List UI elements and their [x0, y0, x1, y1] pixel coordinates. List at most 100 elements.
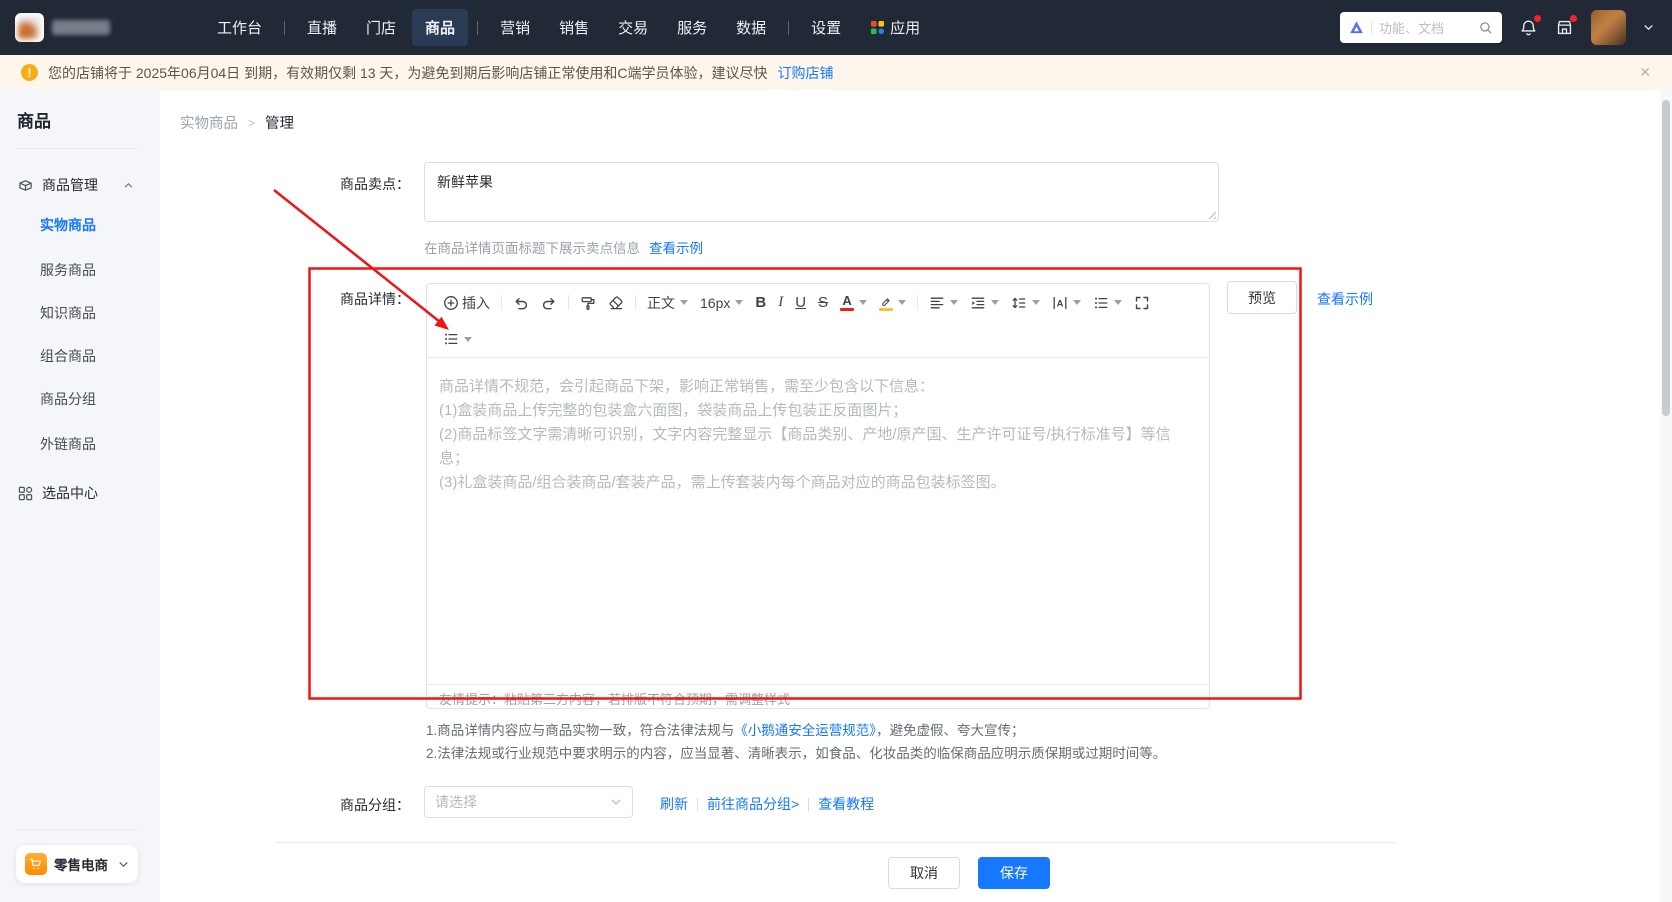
sidebar-divider	[17, 148, 137, 149]
font-size-select[interactable]: 16px	[694, 290, 749, 316]
bold-button[interactable]: B	[749, 290, 772, 316]
font-color-button[interactable]: A	[834, 290, 873, 316]
nav-item-marketing[interactable]: 营销	[487, 9, 543, 46]
letter-spacing-select[interactable]: A	[1046, 290, 1087, 316]
nav-item-live[interactable]: 直播	[294, 9, 350, 46]
shop-badge	[1570, 15, 1577, 22]
chevron-down-icon	[859, 300, 867, 305]
editor-footer-hint: 友情提示：粘贴第三方内容，若排版不符合预期，需调整样式	[427, 684, 1209, 708]
tutorial-link[interactable]: 查看教程	[818, 794, 874, 814]
expiry-warning-banner: ! 您的店铺将于 2025年06月04日 到期，有效期仅剩 13 天，为避免到期…	[0, 55, 1672, 90]
paragraph-style-select[interactable]: 正文	[641, 290, 694, 316]
sidebar-item-knowledge-goods[interactable]: 知识商品	[40, 303, 96, 323]
list-style-select[interactable]	[1087, 290, 1128, 316]
nav-item-data[interactable]: 数据	[723, 9, 779, 46]
sidebar-item-selection-center[interactable]: 选品中心	[0, 480, 160, 506]
chevron-up-icon[interactable]	[123, 180, 134, 191]
chevron-down-icon	[735, 300, 743, 305]
grouping-select[interactable]: 请选择	[424, 786, 633, 818]
nav-separator	[477, 21, 478, 35]
editor-placeholder-line: (1)盒装商品上传完整的包装盒六面图，袋装商品上传包装正反面图片；	[439, 399, 1197, 423]
nav-item-service[interactable]: 服务	[664, 9, 720, 46]
resize-handle[interactable]	[1206, 209, 1216, 219]
highlight-color-button[interactable]	[873, 290, 912, 316]
nav-item-product[interactable]: 商品	[412, 9, 468, 46]
chevron-down-icon	[1114, 300, 1122, 305]
underline-icon: U	[795, 295, 806, 310]
plus-circle-icon	[443, 295, 459, 311]
store-chevron-down-icon	[118, 859, 129, 870]
fullscreen-icon	[1134, 295, 1150, 311]
sidebar-item-external-goods[interactable]: 外链商品	[40, 434, 96, 454]
nav-item-settings[interactable]: 设置	[798, 9, 854, 46]
selling-point-value: 新鲜苹果	[437, 174, 493, 190]
editor-placeholder-line: (2)商品标签文字需清晰可识别，文字内容完整显示【商品类别、产地/原产国、生产许…	[439, 423, 1197, 471]
paragraph-style-value: 正文	[647, 293, 675, 313]
nav-item-workbench[interactable]: 工作台	[204, 9, 275, 46]
banner-close-icon[interactable]: ✕	[1639, 64, 1651, 81]
nav-item-sales[interactable]: 销售	[546, 9, 602, 46]
scrollbar-track[interactable]	[1660, 90, 1672, 902]
avatar[interactable]	[1591, 10, 1626, 45]
sidebar-item-product-grouping[interactable]: 商品分组	[40, 389, 96, 409]
redo-button[interactable]	[535, 290, 563, 316]
italic-button[interactable]: I	[772, 290, 789, 316]
undo-button[interactable]	[507, 290, 535, 316]
safety-policy-link[interactable]: 《小鹅通安全运营规范》	[734, 723, 876, 738]
insert-button[interactable]: 插入	[437, 290, 496, 316]
sidebar-item-service-goods[interactable]: 服务商品	[40, 260, 96, 280]
bullet-list-select[interactable]	[437, 326, 478, 352]
cancel-button[interactable]: 取消	[888, 857, 960, 889]
fullscreen-button[interactable]	[1128, 290, 1156, 316]
nav-item-store[interactable]: 门店	[353, 9, 409, 46]
notification-badge	[1534, 15, 1541, 22]
select-chevron-down-icon	[610, 796, 622, 808]
bold-icon: B	[755, 295, 766, 310]
sidebar-item-physical-goods[interactable]: 实物商品	[40, 215, 96, 235]
breadcrumb-current: 管理	[265, 112, 294, 133]
preview-button[interactable]: 预览	[1227, 281, 1297, 314]
chevron-down-icon	[1073, 300, 1081, 305]
selling-point-example-link[interactable]: 查看示例	[649, 237, 703, 257]
chevron-down-icon	[1032, 300, 1040, 305]
sidebar-group-product-management[interactable]: 商品管理	[0, 171, 160, 199]
indent-select[interactable]	[964, 290, 1005, 316]
nav-item-trade[interactable]: 交易	[605, 9, 661, 46]
account-chevron-down-icon[interactable]	[1643, 22, 1654, 33]
global-search-input[interactable]: 功能、文档	[1340, 12, 1502, 43]
assistant-logo-icon	[1349, 20, 1364, 35]
line-height-select[interactable]	[1005, 290, 1046, 316]
selling-point-label: 商品卖点：	[260, 174, 410, 194]
save-button[interactable]: 保存	[978, 857, 1050, 889]
note1-pre: 1.商品详情内容应与商品实物一致，符合法律法规与	[426, 723, 734, 738]
order-store-link[interactable]: 订购店铺	[778, 63, 834, 83]
topbar: 工作台 直播 门店 商品 营销 销售 交易 服务 数据 设置 应用 功能、文档	[0, 0, 1672, 55]
goto-grouping-link[interactable]: 前往商品分组>	[707, 794, 799, 814]
align-select[interactable]	[923, 290, 964, 316]
sidebar-item-combo-goods[interactable]: 组合商品	[40, 346, 96, 366]
refresh-link[interactable]: 刷新	[660, 794, 688, 814]
shop-button[interactable]	[1555, 18, 1574, 37]
undo-icon	[513, 295, 529, 311]
breadcrumb: 实物商品 > 管理	[180, 112, 294, 133]
store-switcher[interactable]: 零售电商	[16, 845, 138, 883]
line-height-icon	[1011, 295, 1027, 311]
page: { "topbar": { "nav": [ {"label": "工作台", …	[0, 0, 1672, 902]
strikethrough-button[interactable]: S	[812, 290, 834, 316]
notification-bell-button[interactable]	[1519, 18, 1538, 37]
nav-item-apps[interactable]: 应用	[857, 9, 933, 46]
format-painter-button[interactable]	[574, 290, 602, 316]
avatar-image-redacted	[1591, 10, 1626, 45]
insert-label: 插入	[462, 293, 490, 313]
search-placeholder: 功能、文档	[1379, 18, 1471, 37]
clear-format-button[interactable]	[602, 290, 630, 316]
detail-example-link[interactable]: 查看示例	[1317, 289, 1373, 309]
banner-text: 您的店铺将于 2025年06月04日 到期，有效期仅剩 13 天，为避免到期后影…	[48, 63, 768, 83]
underline-button[interactable]: U	[789, 290, 812, 316]
font-color-icon: A	[840, 294, 854, 311]
selling-point-textarea[interactable]: 新鲜苹果	[424, 162, 1219, 222]
bullet-list-icon	[443, 331, 459, 347]
editor-content-area[interactable]: 商品详情不规范，会引起商品下架，影响正常销售，需至少包含以下信息： (1)盒装商…	[427, 358, 1209, 495]
scrollbar-thumb[interactable]	[1662, 100, 1670, 416]
breadcrumb-parent[interactable]: 实物商品	[180, 112, 238, 133]
